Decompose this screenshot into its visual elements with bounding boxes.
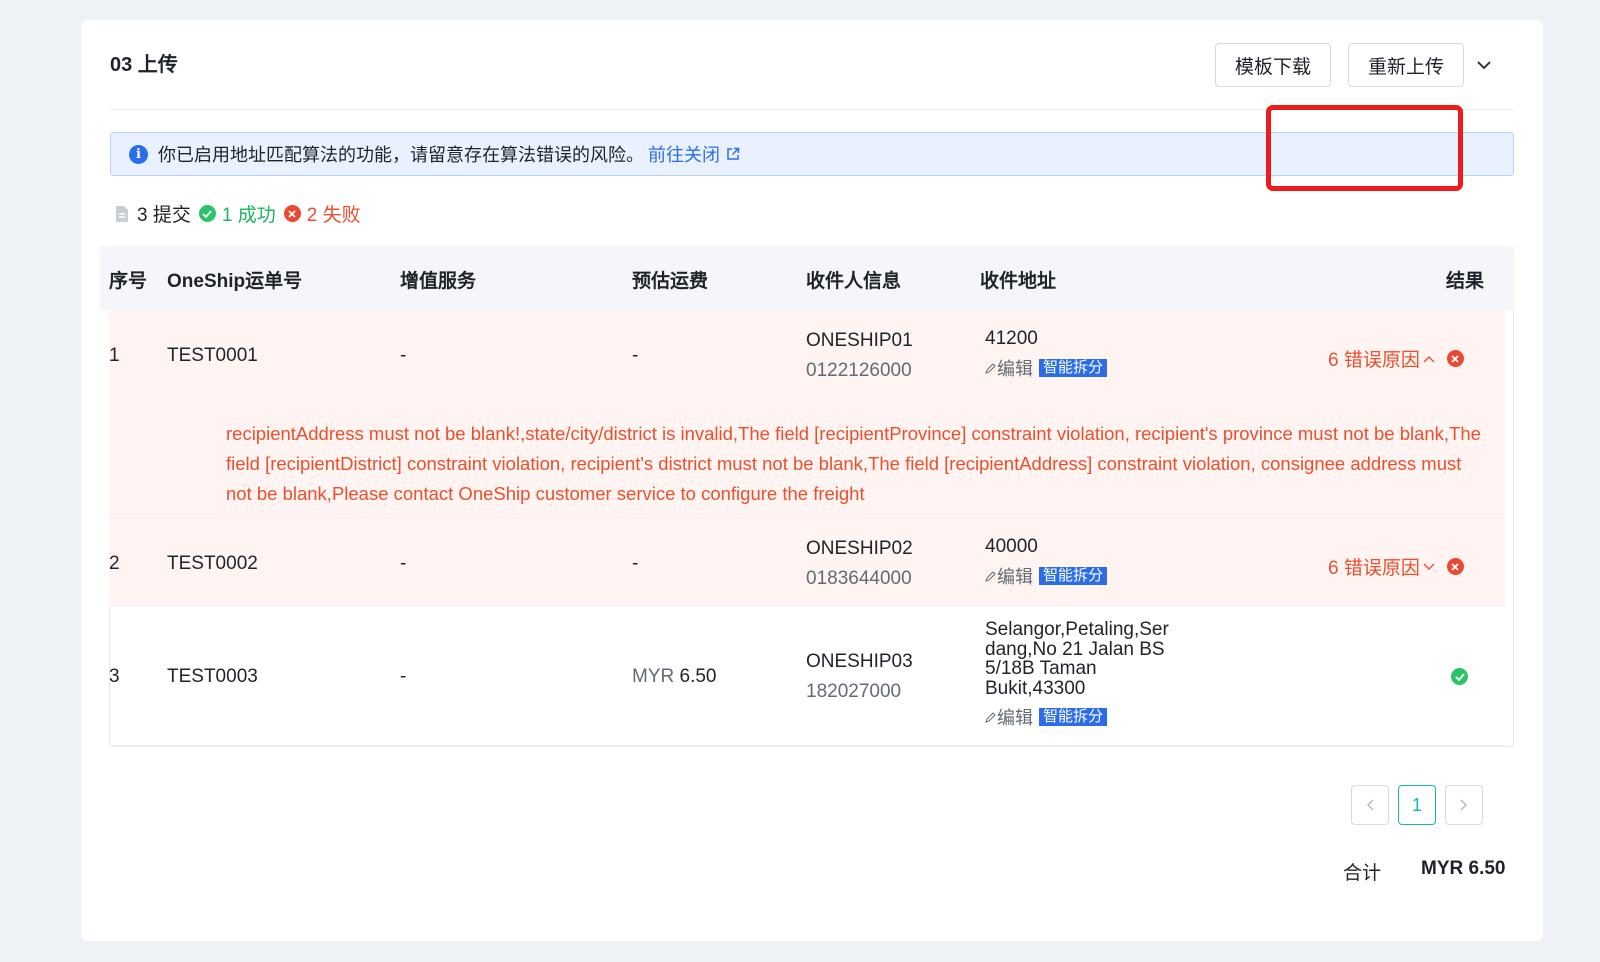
col-result: 结果 bbox=[1446, 271, 1485, 292]
total-label: 合计 bbox=[1343, 863, 1382, 884]
recipient-name: ONESHIP03 bbox=[806, 651, 913, 672]
edit-icon bbox=[985, 712, 996, 723]
recipient-address: Selangor,Petaling,Ser dang,No 21 Jalan B… bbox=[985, 620, 1169, 698]
upload-stats: 3 提交 1 成功 2 失败 bbox=[115, 200, 369, 227]
submitted-count: 3 提交 bbox=[137, 205, 191, 226]
address-line: 5/18B Taman bbox=[985, 658, 1097, 679]
table-row: 2 TEST0002 - - ONESHIP02 0183644000 4000… bbox=[109, 518, 1505, 606]
error-reason-toggle[interactable]: 6 错误原因 bbox=[1328, 553, 1464, 580]
row-fee: MYR 6.50 bbox=[632, 666, 717, 688]
template-download-button[interactable]: 模板下载 bbox=[1215, 43, 1331, 87]
page-button[interactable]: 1 bbox=[1398, 785, 1436, 825]
section-title: 03 上传 bbox=[110, 54, 178, 76]
row-waybill: TEST0002 bbox=[167, 553, 258, 574]
success-status-icon bbox=[1451, 668, 1468, 685]
row-fee: - bbox=[632, 345, 639, 366]
chevron-down-icon[interactable] bbox=[1473, 54, 1495, 76]
next-page-button[interactable] bbox=[1445, 785, 1483, 825]
error-reason-toggle[interactable]: 6 错误原因 bbox=[1328, 345, 1464, 372]
upload-card: 03 上传 模板下载 重新上传 i 你已启用地址匹配算法的功能，请留意存在算法错… bbox=[81, 20, 1543, 941]
edit-icon bbox=[985, 363, 996, 374]
recipient-name: ONESHIP02 bbox=[806, 538, 913, 559]
recipient-address: 41200 bbox=[985, 328, 1038, 349]
edit-label: 编辑 bbox=[997, 359, 1033, 379]
recipient-phone: 182027000 bbox=[806, 681, 902, 702]
row-waybill: TEST0001 bbox=[167, 345, 258, 366]
address-line: Bukit,43300 bbox=[985, 677, 1086, 699]
address-line: dang,No 21 Jalan BS bbox=[985, 638, 1165, 660]
col-vas: 增值服务 bbox=[400, 271, 477, 292]
address-edit-button[interactable]: 编辑 智能拆分 bbox=[985, 563, 1108, 589]
row-fee: - bbox=[632, 553, 639, 574]
edit-icon bbox=[985, 571, 996, 582]
edit-label: 编辑 bbox=[997, 567, 1033, 587]
fee-currency: MYR bbox=[632, 666, 675, 687]
address-line: Selangor,Petaling,Ser bbox=[985, 619, 1169, 640]
total-value: MYR 6.50 bbox=[1421, 858, 1506, 879]
chevron-up-icon bbox=[1423, 355, 1435, 362]
row-waybill: TEST0003 bbox=[167, 666, 258, 687]
alert-message: 你已启用地址匹配算法的功能，请留意存在算法错误的风险。 bbox=[158, 145, 644, 165]
reupload-button[interactable]: 重新上传 bbox=[1348, 43, 1464, 87]
failed-status-icon bbox=[1446, 558, 1464, 575]
row-index: 3 bbox=[109, 666, 120, 687]
alert-link-label: 前往关闭 bbox=[648, 145, 720, 165]
error-icon bbox=[283, 205, 301, 222]
highlight-box bbox=[1266, 105, 1463, 191]
document-icon bbox=[116, 205, 128, 222]
table-row: 1 TEST0001 - - ONESHIP01 0122126000 4120… bbox=[109, 310, 1505, 518]
recipient-address: 40000 bbox=[985, 536, 1038, 557]
row-index: 1 bbox=[109, 345, 120, 366]
failed-status-icon bbox=[1446, 350, 1464, 367]
col-fee: 预估运费 bbox=[632, 271, 709, 292]
smart-split-button[interactable]: 智能拆分 bbox=[1039, 567, 1108, 585]
row-vas: - bbox=[400, 553, 407, 574]
success-count: 1 成功 bbox=[221, 205, 276, 226]
success-icon bbox=[198, 205, 216, 222]
prev-page-button[interactable] bbox=[1351, 785, 1389, 825]
recipient-name: ONESHIP01 bbox=[806, 330, 913, 351]
smart-split-button[interactable]: 智能拆分 bbox=[1039, 359, 1108, 377]
recipient-phone: 0122126000 bbox=[806, 360, 912, 381]
error-reason-label: 6 错误原因 bbox=[1328, 350, 1420, 371]
col-address: 收件地址 bbox=[980, 271, 1057, 292]
smart-split-button[interactable]: 智能拆分 bbox=[1039, 708, 1108, 726]
address-edit-button[interactable]: 编辑 智能拆分 bbox=[985, 355, 1108, 381]
fee-amount: 6.50 bbox=[679, 666, 717, 687]
external-link-icon bbox=[727, 147, 740, 160]
error-reason-label: 6 错误原因 bbox=[1328, 558, 1420, 579]
failed-count: 2 失败 bbox=[306, 205, 361, 226]
col-recipient: 收件人信息 bbox=[806, 271, 902, 292]
edit-label: 编辑 bbox=[997, 708, 1033, 728]
col-waybill: OneShip运单号 bbox=[167, 271, 303, 292]
go-close-link[interactable]: 前往关闭 bbox=[648, 141, 740, 167]
chevron-left-icon bbox=[1366, 799, 1374, 811]
recipient-phone: 0183644000 bbox=[806, 568, 912, 589]
table-header: 序号 OneShip运单号 增值服务 预估运费 收件人信息 收件地址 结果 bbox=[100, 246, 1514, 310]
row-vas: - bbox=[400, 666, 407, 687]
address-edit-button[interactable]: 编辑 智能拆分 bbox=[985, 704, 1108, 730]
row-vas: - bbox=[400, 345, 407, 366]
table-row: 3 TEST0003 - MYR 6.50 ONESHIP03 18202700… bbox=[109, 606, 1505, 746]
chevron-right-icon bbox=[1460, 799, 1468, 811]
row-index: 2 bbox=[109, 553, 120, 574]
info-icon: i bbox=[129, 144, 148, 164]
chevron-down-icon bbox=[1423, 563, 1435, 570]
results-table: 序号 OneShip运单号 增值服务 预估运费 收件人信息 收件地址 结果 1 … bbox=[100, 246, 1514, 746]
error-detail: recipientAddress must not be blank!,stat… bbox=[226, 423, 1481, 504]
col-index: 序号 bbox=[109, 271, 148, 292]
